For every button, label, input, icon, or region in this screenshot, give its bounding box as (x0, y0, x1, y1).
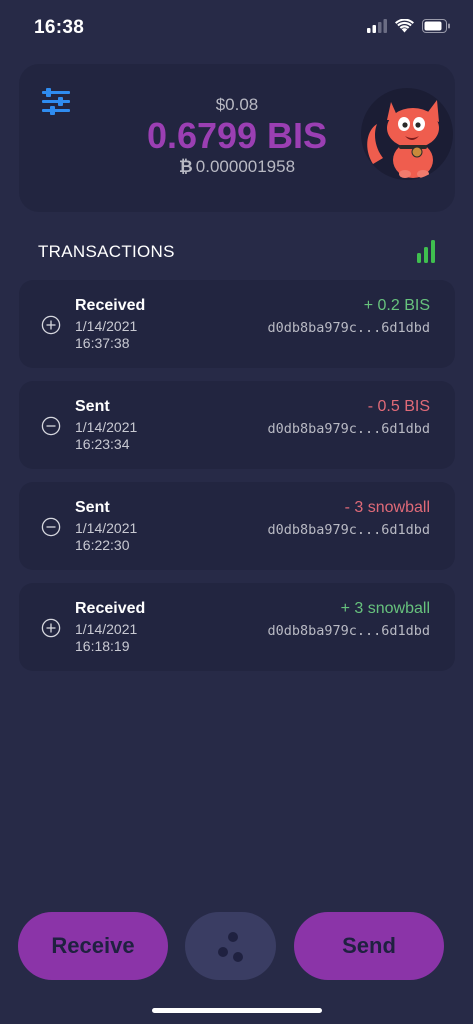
transaction-row[interactable]: Sent 1/14/2021 16:22:30 - 3 snowball d0d… (19, 482, 455, 570)
transaction-hash: d0db8ba979c...6d1dbd (267, 421, 430, 437)
transaction-hash: d0db8ba979c...6d1dbd (267, 623, 430, 639)
transaction-time: 16:37:38 (75, 335, 130, 351)
plus-circle-icon (41, 315, 61, 335)
three-dots-icon (217, 932, 243, 962)
connection-strength-icon (417, 240, 435, 263)
btc-balance: 0.000001958 (195, 157, 296, 176)
balance-card: $0.08 0.6799 BIS ₿ 0.000001958 (19, 64, 455, 212)
transaction-amount: - 0.5 BIS (367, 398, 430, 415)
transaction-time: 16:23:34 (75, 436, 130, 452)
transaction-row[interactable]: Received 1/14/2021 16:18:19 + 3 snowball… (19, 583, 455, 671)
cellular-signal-icon (367, 19, 387, 33)
transaction-date: 1/14/2021 (75, 419, 138, 435)
transaction-row[interactable]: Received 1/14/2021 16:37:38 + 0.2 BIS d0… (19, 280, 455, 368)
transaction-date: 1/14/2021 (75, 318, 138, 334)
transaction-hash: d0db8ba979c...6d1dbd (267, 320, 430, 336)
transaction-amount: + 0.2 BIS (363, 297, 430, 314)
minus-circle-icon (41, 517, 61, 537)
transactions-title: TRANSACTIONS (38, 242, 175, 261)
home-indicator[interactable] (152, 1008, 322, 1013)
transaction-date: 1/14/2021 (75, 520, 138, 536)
receive-button[interactable]: Receive (18, 912, 168, 980)
transaction-type: Received (75, 600, 146, 617)
more-actions-button[interactable] (185, 912, 276, 980)
transaction-amount: - 3 snowball (344, 499, 430, 516)
plus-circle-icon (41, 618, 61, 638)
transaction-time: 16:18:19 (75, 638, 130, 654)
status-time: 16:38 (34, 17, 85, 38)
transaction-amount: + 3 snowball (340, 600, 430, 617)
cat-mascot-icon (367, 100, 439, 178)
transaction-type: Sent (75, 499, 110, 516)
transaction-type: Received (75, 297, 146, 314)
transaction-row[interactable]: Sent 1/14/2021 16:23:34 - 0.5 BIS d0db8b… (19, 381, 455, 469)
transaction-type: Sent (75, 398, 110, 415)
battery-icon (422, 19, 450, 33)
bitcoin-icon: ₿ (178, 157, 193, 176)
status-bar: 16:38 (0, 0, 473, 56)
avatar[interactable] (361, 88, 453, 180)
status-icons (367, 19, 451, 33)
send-button[interactable]: Send (294, 912, 444, 980)
wifi-icon (395, 19, 414, 33)
transaction-hash: d0db8ba979c...6d1dbd (267, 522, 430, 538)
transaction-list: Received 1/14/2021 16:37:38 + 0.2 BIS d0… (19, 280, 455, 684)
transaction-time: 16:22:30 (75, 537, 130, 553)
transaction-date: 1/14/2021 (75, 621, 138, 637)
minus-circle-icon (41, 416, 61, 436)
